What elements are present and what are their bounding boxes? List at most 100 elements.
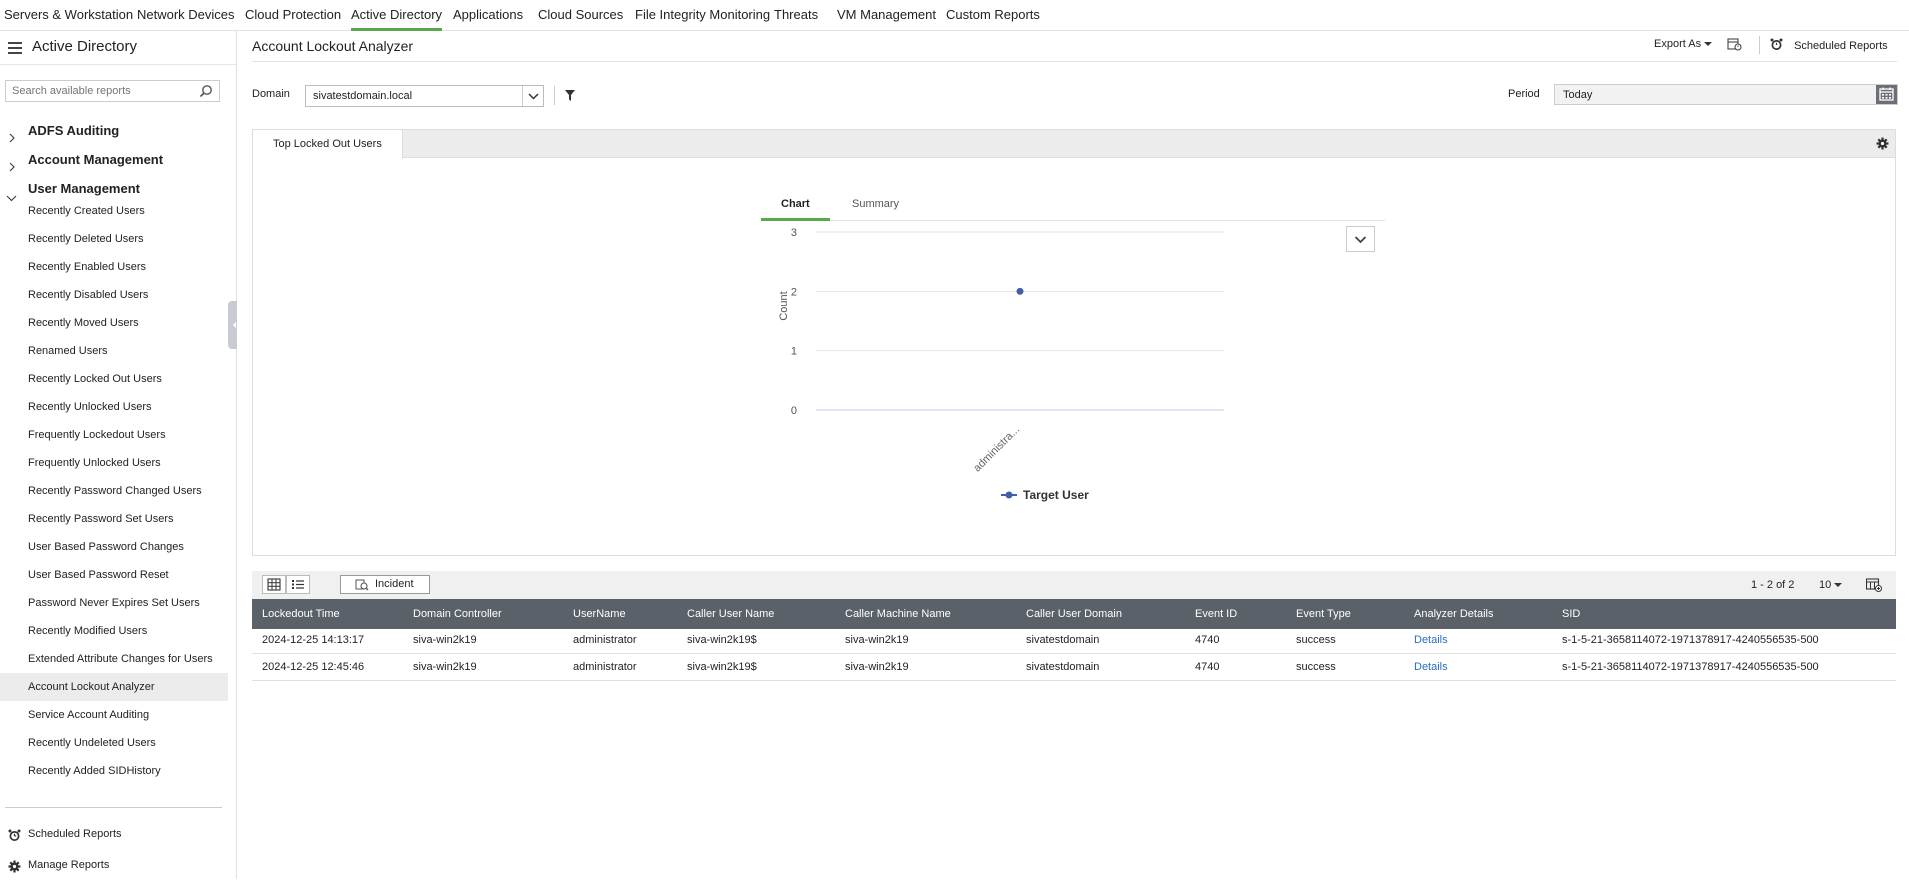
chart-tabs-divider [761, 220, 1385, 221]
sidebar-title: Active Directory [32, 38, 138, 55]
column-header-event-type[interactable]: Event Type [1296, 599, 1351, 629]
column-header-analyzer-details[interactable]: Analyzer Details [1414, 599, 1493, 629]
calendar-icon[interactable] [1876, 85, 1897, 104]
details-link[interactable]: Details [1414, 654, 1448, 681]
search-icon[interactable] [199, 84, 213, 101]
sidebar-item-recently-unlocked-users[interactable]: Recently Unlocked Users [0, 393, 228, 421]
column-settings-icon[interactable] [1865, 578, 1882, 595]
domain-value: sivatestdomain.local [313, 90, 413, 102]
scheduled-reports-label: Scheduled Reports [1794, 40, 1888, 52]
period-select[interactable]: Today [1554, 84, 1898, 105]
sidebar-item-extended-attribute-changes[interactable]: Extended Attribute Changes for Users [0, 645, 228, 673]
sidebar-scheduled-reports[interactable]: Scheduled Reports [0, 823, 228, 845]
cell-caller-machine-name: siva-win2k19 [845, 661, 909, 673]
scheduled-reports-button[interactable]: Scheduled Reports [1770, 38, 1888, 54]
nav-tab-file-integrity-monitoring[interactable]: File Integrity Monitoring [635, 0, 770, 31]
hamburger-menu-icon[interactable] [8, 42, 22, 54]
column-header-domain-controller[interactable]: Domain Controller [413, 599, 502, 629]
column-header-username[interactable]: UserName [573, 599, 626, 629]
report-search-input[interactable] [6, 81, 186, 101]
column-header-caller-user-name[interactable]: Caller User Name [687, 599, 774, 629]
sidebar-item-recently-created-users[interactable]: Recently Created Users [0, 197, 228, 225]
sidebar-item-user-based-password-changes[interactable]: User Based Password Changes [0, 533, 228, 561]
nav-tab-network-devices[interactable]: Network Devices [137, 0, 235, 31]
sidebar-item-recently-added-sidhistory[interactable]: Recently Added SIDHistory [0, 757, 228, 785]
column-header-lockedout-time[interactable]: Lockedout Time [262, 599, 340, 629]
cell-lockedout-time: 2024-12-25 12:45:46 [262, 661, 365, 673]
header-divider [252, 61, 1897, 62]
sidebar-manage-reports[interactable]: Manage Reports [0, 854, 228, 876]
caret-down-icon [1834, 579, 1843, 591]
export-as-button[interactable]: Export As [1654, 38, 1713, 50]
sidebar-item-account-lockout-analyzer[interactable]: Account Lockout Analyzer [0, 673, 228, 701]
cell-sid: s-1-5-21-3658114072-1971378917-424055653… [1562, 661, 1819, 673]
filter-icon[interactable] [565, 89, 575, 104]
details-link[interactable]: Details [1414, 627, 1448, 654]
sidebar-item-recently-locked-out-users[interactable]: Recently Locked Out Users [0, 365, 228, 393]
sidebar-item-recently-password-changed-users[interactable]: Recently Password Changed Users [0, 477, 228, 505]
gear-icon[interactable] [1876, 137, 1889, 153]
chart-legend: Target User [1001, 488, 1089, 502]
data-point[interactable] [1016, 287, 1024, 295]
chart-options-button[interactable] [1346, 226, 1375, 252]
nav-tab-threats[interactable]: Threats [774, 0, 818, 31]
sidebar-item-recently-modified-users[interactable]: Recently Modified Users [0, 617, 228, 645]
list-view-button[interactable] [286, 575, 310, 594]
column-header-caller-user-domain[interactable]: Caller User Domain [1026, 599, 1122, 629]
sidebar-item-service-account-auditing[interactable]: Service Account Auditing [0, 701, 228, 729]
column-header-caller-machine-name[interactable]: Caller Machine Name [845, 599, 951, 629]
column-header-event-id[interactable]: Event ID [1195, 599, 1237, 629]
nav-tab-cloud-protection[interactable]: Cloud Protection [245, 0, 341, 31]
sidebar-category-adfs-auditing[interactable]: ADFS Auditing [0, 119, 228, 143]
sidebar-item-password-never-expires-set-users[interactable]: Password Never Expires Set Users [0, 589, 228, 617]
sidebar-item-recently-undeleted-users[interactable]: Recently Undeleted Users [0, 729, 228, 757]
cell-username: administrator [573, 634, 637, 646]
cell-caller-machine-name: siva-win2k19 [845, 634, 909, 646]
grid-view-icon [263, 578, 285, 596]
sidebar-item-recently-moved-users[interactable]: Recently Moved Users [0, 309, 228, 337]
tab-summary[interactable]: Summary [852, 198, 899, 210]
sidebar-item-recently-password-set-users[interactable]: Recently Password Set Users [0, 505, 228, 533]
panel-tab-bar: Top Locked Out Users [253, 130, 1895, 159]
caret-down-icon [1704, 38, 1713, 50]
sidebar-item-recently-disabled-users[interactable]: Recently Disabled Users [0, 281, 228, 309]
chevron-down-icon[interactable] [522, 86, 543, 106]
incident-label: Incident [375, 578, 414, 590]
table-row: 2024-12-25 14:13:17 siva-win2k19 adminis… [252, 627, 1896, 654]
tab-chart[interactable]: Chart [781, 198, 810, 210]
incident-button[interactable]: Incident [340, 575, 430, 594]
tab-top-locked-out-users[interactable]: Top Locked Out Users [253, 130, 403, 159]
legend-label-target-user: Target User [1023, 488, 1089, 502]
filter-separator [554, 86, 555, 105]
nav-tab-applications[interactable]: Applications [453, 0, 523, 31]
nav-tab-active-directory[interactable]: Active Directory [351, 0, 443, 31]
schedule-report-icon[interactable] [1727, 37, 1742, 54]
export-as-label: Export As [1654, 38, 1702, 50]
nav-tab-vm-management[interactable]: VM Management [837, 0, 936, 31]
y-tick-label: 3 [791, 227, 797, 239]
sidebar-manage-reports-label: Manage Reports [28, 859, 110, 871]
sidebar-item-renamed-users[interactable]: Renamed Users [0, 337, 228, 365]
grid-view-button[interactable] [262, 575, 286, 594]
cell-caller-user-name: siva-win2k19$ [687, 661, 757, 673]
cell-lockedout-time: 2024-12-25 14:13:17 [262, 634, 365, 646]
cell-event-type: success [1296, 634, 1336, 646]
nav-tab-cloud-sources[interactable]: Cloud Sources [538, 0, 623, 31]
domain-select[interactable]: sivatestdomain.local [305, 85, 544, 107]
sidebar: Active Directory ADFS Auditing Account M… [0, 31, 237, 879]
sidebar-item-recently-enabled-users[interactable]: Recently Enabled Users [0, 253, 228, 281]
nav-tab-custom-reports[interactable]: Custom Reports [946, 0, 1040, 31]
cell-caller-user-name: siva-win2k19$ [687, 634, 757, 646]
sidebar-item-user-based-password-reset[interactable]: User Based Password Reset [0, 561, 228, 589]
nav-tab-servers-workstation[interactable]: Servers & Workstation [4, 0, 133, 31]
sidebar-item-frequently-lockedout-users[interactable]: Frequently Lockedout Users [0, 421, 228, 449]
sidebar-category-account-management[interactable]: Account Management [0, 148, 228, 172]
cell-event-id: 4740 [1195, 634, 1220, 646]
column-header-sid[interactable]: SID [1562, 599, 1580, 629]
sidebar-collapse-handle[interactable] [228, 301, 237, 349]
page-size-select[interactable]: 10 [1819, 579, 1843, 591]
chevron-down-icon [1347, 236, 1374, 254]
cell-domain-controller: siva-win2k19 [413, 634, 477, 646]
sidebar-item-frequently-unlocked-users[interactable]: Frequently Unlocked Users [0, 449, 228, 477]
sidebar-item-recently-deleted-users[interactable]: Recently Deleted Users [0, 225, 228, 253]
